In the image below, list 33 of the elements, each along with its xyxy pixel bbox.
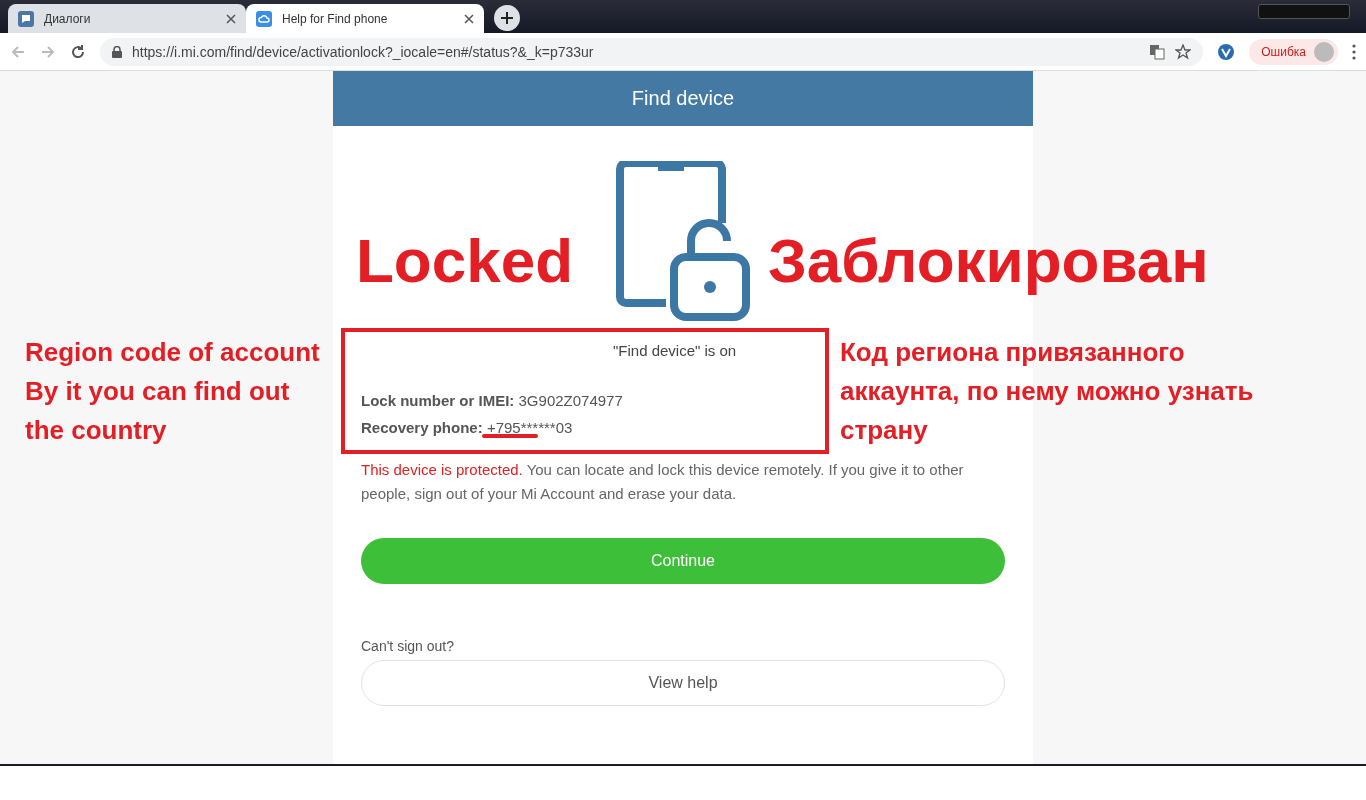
plus-icon [500,11,514,25]
translate-icon[interactable] [1149,43,1166,60]
annotation-line: Region code of account [25,336,320,369]
menu-icon[interactable] [1352,43,1356,60]
phone-lock-icon [616,161,750,321]
browser-tab[interactable]: Диалоги [8,4,246,33]
annotation-line: the country [25,414,167,447]
chat-icon [18,10,34,27]
annotation-line: страну [840,414,928,447]
close-icon[interactable] [464,13,474,24]
reload-icon[interactable] [70,43,86,60]
page-header: Find device [333,71,1033,126]
window-controls[interactable] [1258,4,1350,19]
highlight-underline [482,434,538,438]
browser-tab[interactable]: Help for Find phone [246,4,484,33]
annotation-label: Locked [356,230,574,292]
help-prompt: Can't sign out? [361,638,455,654]
annotation-line: Код региона привязанного [840,336,1185,369]
lock-icon [112,45,122,58]
address-bar[interactable]: https://i.mi.com/find/device/activationlock?_iocale=en#/status?&_k=p733ur [100,37,1204,66]
profile-button[interactable]: Ошибка [1249,38,1338,65]
annotation-line: аккаунта, по нему можно узнать [840,375,1254,408]
protection-notice: This device is protected. You can locate and lock this device remotely. If you give it to other people, sign out of your Mi Account and erase your data. [361,460,965,504]
info-line: Recovery phone: +795******03 [361,419,573,436]
info-line: Lock number or IMEI: 3G902Z074977 [361,392,623,409]
close-icon[interactable] [226,13,236,24]
annotation-line: By it you can find out [25,375,290,408]
star-icon[interactable] [1175,43,1192,60]
cloud-icon [256,10,272,27]
view-help-button[interactable]: View help [361,660,1005,706]
new-tab-button[interactable] [494,5,520,31]
avatar-icon [1314,41,1334,62]
status-text: "Find device" is on [613,342,737,361]
